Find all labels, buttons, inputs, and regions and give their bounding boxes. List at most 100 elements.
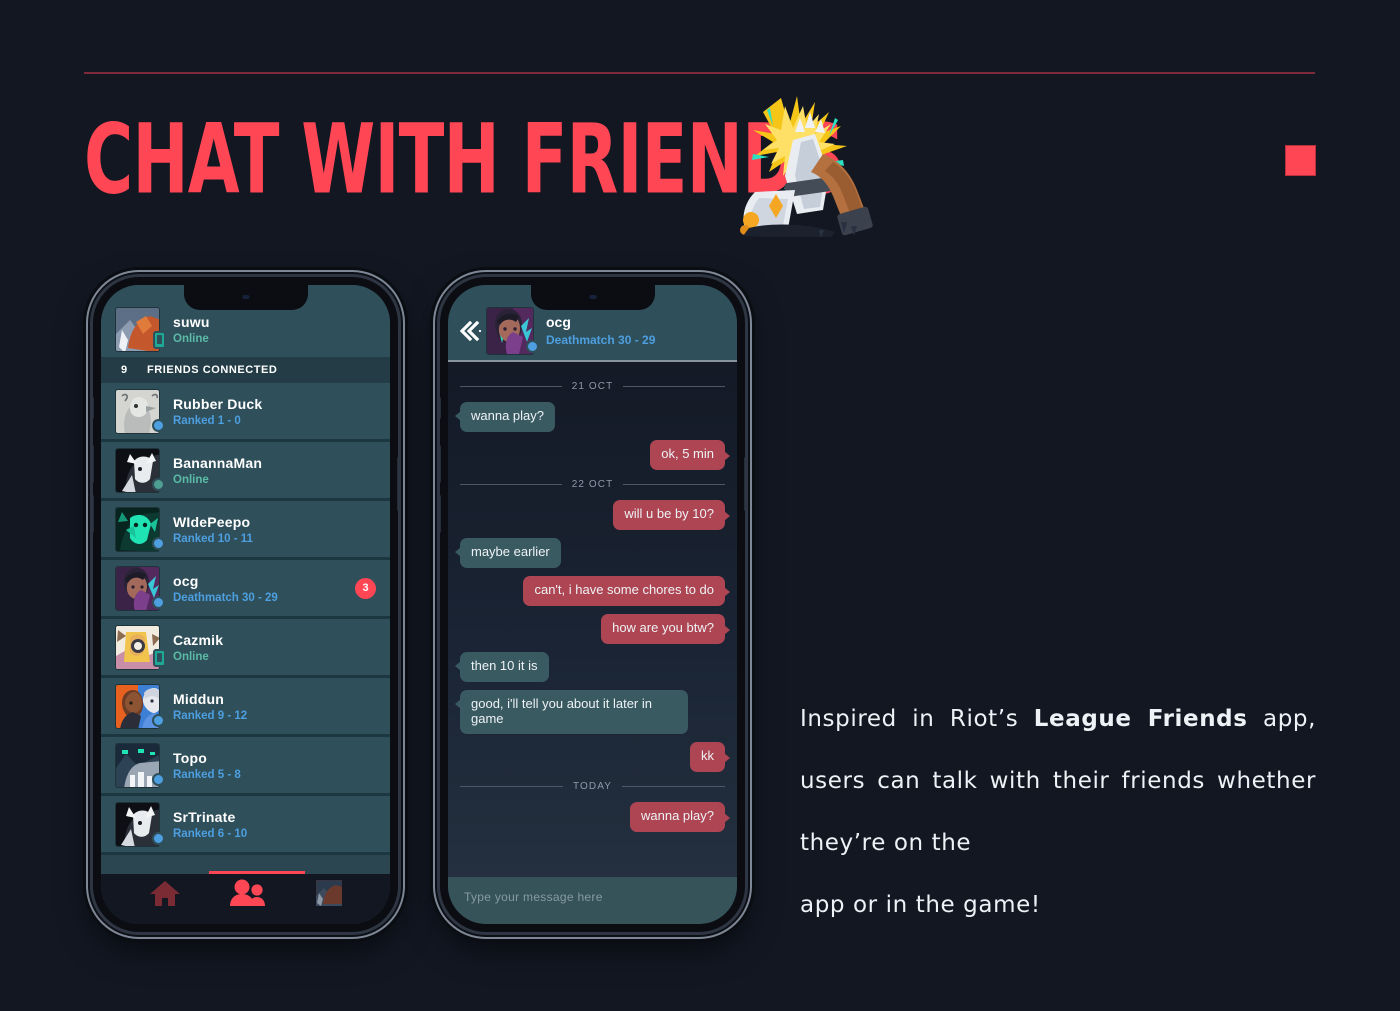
phone-notch	[530, 285, 655, 310]
phone-friends-list: suwu Online 9 FRIENDS CONNECTED Rubber D…	[93, 277, 398, 932]
message-bubble: how are you btw?	[601, 613, 730, 644]
mobile-status-icon	[153, 330, 166, 349]
list-scroll-indicator[interactable]	[209, 871, 305, 874]
avatar	[115, 447, 165, 493]
tab-profile[interactable]	[315, 879, 343, 911]
back-button[interactable]	[460, 320, 482, 341]
chat-partner-status: Deathmatch 30 - 29	[546, 333, 656, 347]
chat-screen: ocg Deathmatch 30 - 29 21 OCT wanna play?…	[448, 285, 737, 924]
date-separator: TODAY	[460, 781, 725, 792]
message-input-placeholder[interactable]: Type your message here	[464, 890, 603, 904]
friend-row[interactable]: Middun Ranked 9 - 12	[101, 678, 390, 737]
back-chevron-icon	[460, 320, 482, 341]
message-thread[interactable]: 21 OCT wanna play? ok, 5 min 22 OCT will u b…	[448, 362, 737, 877]
unread-badge: 3	[355, 577, 376, 599]
phone-volume-down-button[interactable]	[93, 495, 94, 533]
ingame-status-dot	[152, 418, 165, 432]
friend-name: Middun	[173, 690, 224, 707]
tab-home[interactable]	[149, 879, 181, 912]
friend-status: Deathmatch 30 - 29	[173, 591, 278, 604]
friend-status: Ranked 1 - 0	[173, 414, 241, 427]
description-text: Inspired in Riot’s League Friends app, u…	[800, 688, 1316, 936]
friends-list[interactable]: Rubber Duck Ranked 1 - 0 BanannaMan Online W…	[101, 383, 390, 874]
phone-power-button[interactable]	[744, 457, 745, 511]
avatar	[115, 624, 166, 670]
avatar	[115, 565, 165, 611]
friends-screen: suwu Online 9 FRIENDS CONNECTED Rubber D…	[101, 285, 390, 924]
friend-status: Ranked 9 - 12	[173, 709, 248, 722]
friend-name: Topo	[173, 749, 207, 766]
top-divider-rule	[84, 72, 1315, 74]
message-composer[interactable]: Type your message here	[448, 877, 737, 924]
ingame-status-dot	[152, 831, 165, 845]
friends-icon	[230, 879, 266, 906]
phone-mute-switch[interactable]	[440, 397, 441, 419]
friend-row[interactable]: SrTrinate Ranked 6 - 10	[101, 796, 390, 855]
friend-row[interactable]: WIdePeepo Ranked 10 - 11	[101, 501, 390, 560]
bottom-tab-bar	[101, 874, 390, 924]
avatar	[115, 742, 165, 788]
phone-notch	[183, 285, 308, 310]
phone-volume-up-button[interactable]	[440, 445, 441, 483]
friend-row[interactable]: Cazmik Online	[101, 619, 390, 678]
message-bubble: ok, 5 min	[650, 439, 730, 470]
phone-volume-up-button[interactable]	[93, 445, 94, 483]
separator-line	[623, 386, 725, 387]
outgoing-message[interactable]: how are you btw?	[460, 613, 730, 644]
phone-volume-down-button[interactable]	[440, 495, 441, 533]
separator-line	[460, 386, 562, 387]
friends-connected-label: FRIENDS CONNECTED	[147, 364, 278, 376]
date-label: TODAY	[572, 781, 613, 793]
ingame-status-dot	[152, 713, 165, 727]
description-line-1-pre: Inspired in Riot’s	[800, 706, 1034, 732]
avatar[interactable]	[486, 306, 539, 355]
friend-name: ocg	[173, 572, 199, 589]
outgoing-message[interactable]: can't, i have some chores to do	[460, 575, 730, 606]
ingame-status-dot	[152, 595, 165, 609]
separator-line	[623, 483, 725, 485]
incoming-message[interactable]: then 10 it is	[455, 651, 725, 682]
friends-connected-header: 9 FRIENDS CONNECTED	[101, 357, 390, 383]
incoming-message[interactable]: good, i'll tell you about it later in ga…	[455, 689, 725, 735]
outgoing-message[interactable]: ok, 5 min	[460, 439, 730, 470]
ingame-status-dot	[152, 536, 165, 550]
ingame-status-dot	[526, 339, 539, 353]
incoming-message[interactable]: wanna play?	[455, 402, 725, 432]
date-separator: 21 OCT	[460, 381, 725, 392]
ingame-status-dot	[152, 772, 165, 786]
message-bubble: maybe earlier	[455, 537, 561, 568]
avatar	[115, 388, 165, 434]
friend-status: Ranked 5 - 8	[173, 768, 241, 781]
avatar	[115, 683, 165, 729]
description-last-line: app or in the game!	[800, 892, 1041, 918]
outgoing-message[interactable]: will u be by 10?	[460, 499, 730, 530]
friends-connected-count: 9	[120, 364, 128, 376]
avatar	[115, 306, 166, 352]
outgoing-message[interactable]: kk	[460, 742, 730, 773]
front-camera-icon	[589, 295, 596, 299]
message-bubble: wanna play?	[455, 402, 555, 432]
online-status-dot	[152, 477, 165, 491]
phone-mute-switch[interactable]	[93, 397, 94, 419]
friend-status: Online	[173, 650, 209, 663]
date-separator: 22 OCT	[460, 479, 725, 490]
friend-row[interactable]: ocg Deathmatch 30 - 29 3	[101, 560, 390, 619]
message-bubble: will u be by 10?	[613, 499, 730, 530]
avatar	[115, 506, 165, 552]
tab-friends[interactable]	[228, 879, 268, 912]
incoming-message[interactable]: maybe earlier	[455, 537, 725, 568]
friend-row[interactable]: BanannaMan Online	[101, 442, 390, 501]
friend-row[interactable]: Topo Ranked 5 - 8	[101, 737, 390, 796]
friend-name: Cazmik	[173, 631, 224, 648]
friend-name: WIdePeepo	[173, 513, 251, 530]
separator-line	[622, 786, 725, 788]
red-square-marker	[1285, 145, 1316, 176]
phone-power-button[interactable]	[397, 457, 398, 511]
message-bubble: then 10 it is	[455, 651, 549, 682]
date-label: 21 OCT	[571, 381, 614, 392]
description-brand: League Friends	[1033, 706, 1248, 732]
friend-row[interactable]: Rubber Duck Ranked 1 - 0	[101, 383, 390, 442]
home-icon	[149, 880, 180, 906]
friend-status: Online	[173, 473, 209, 486]
outgoing-message[interactable]: wanna play?	[460, 802, 730, 833]
